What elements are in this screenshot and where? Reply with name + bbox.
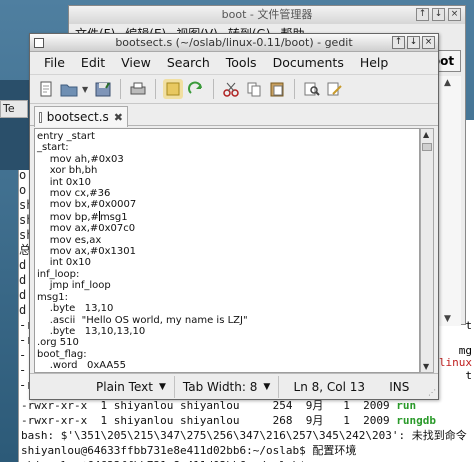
chevron-down-icon: ▼	[158, 381, 166, 392]
terminal-line: shiyanlou@64633ffbb731e8e411d02bb6:~/osl…	[21, 444, 357, 457]
gedit-title: bootsect.s (~/oslab/linux-0.11/boot) - g…	[115, 36, 353, 49]
chevron-down-icon: ▼	[263, 381, 271, 392]
terminal-tab[interactable]: Te	[0, 100, 28, 118]
text-editor-area[interactable]: entry _start _start: mov ah,#0x03 xor bh,…	[34, 128, 420, 373]
code-line: mov cx,#36	[37, 188, 111, 200]
minimize-icon[interactable]: ↑	[416, 8, 429, 21]
terminal-right-fragment: t	[465, 319, 472, 332]
code-line: .byte 13,10,13,10	[37, 325, 146, 337]
code-line: mov bp,#msg1	[37, 210, 128, 223]
open-folder-icon[interactable]	[59, 79, 79, 99]
code-line: int 0x10	[37, 257, 91, 269]
redo-icon[interactable]	[186, 79, 206, 99]
code-line: jmp inf_loop	[37, 280, 111, 292]
scroll-down-icon[interactable]: ▼	[444, 314, 451, 324]
close-icon[interactable]: ×	[422, 36, 435, 49]
code-line: inf_loop:	[37, 268, 80, 280]
resize-grip-icon[interactable]: ⋰	[428, 388, 436, 397]
save-icon[interactable]	[93, 79, 113, 99]
code-line: _start:	[37, 142, 69, 154]
menu-file[interactable]: File	[44, 52, 65, 74]
tab-width-selector[interactable]: Tab Width: 8 ▼	[175, 375, 280, 398]
code-line: .org 510	[37, 337, 79, 349]
code-line: mov bx,#0x0007	[37, 199, 137, 211]
terminal-right-fragment: linux	[438, 356, 472, 369]
executable-name: rungdb	[396, 414, 436, 427]
tab-label: bootsect.s	[46, 110, 109, 124]
scroll-down-icon[interactable]: ▼	[423, 362, 429, 371]
insert-mode: INS	[379, 376, 419, 398]
executable-name: run	[396, 399, 417, 412]
scroll-up-icon[interactable]: ▲	[444, 78, 451, 88]
toolbar-separator	[120, 79, 121, 99]
code-line: .ascii "Hello OS world, my name is LZJ"	[37, 314, 248, 326]
left-panel-strip	[0, 80, 30, 170]
code-line: boot_flag:	[37, 348, 87, 360]
gedit-menubar: File Edit View Search Tools Documents He…	[30, 52, 438, 74]
tab-bootsect[interactable]: bootsect.s ✖	[34, 106, 128, 127]
file-manager-title: boot - 文件管理器	[221, 8, 313, 21]
menu-view[interactable]: View	[121, 52, 151, 74]
scroll-thumb[interactable]	[422, 143, 432, 151]
gedit-toolbar: ▼	[30, 74, 438, 104]
code-line: int 0x10	[37, 176, 91, 188]
gedit-titlebar: bootsect.s (~/oslab/linux-0.11/boot) - g…	[30, 34, 438, 52]
find-icon[interactable]	[302, 79, 322, 99]
maximize-icon[interactable]: ↓	[432, 8, 445, 21]
open-recent-dropdown-icon[interactable]: ▼	[82, 85, 90, 94]
copy-icon[interactable]	[244, 79, 264, 99]
close-icon[interactable]: ×	[448, 8, 461, 21]
document-tabs: bootsect.s ✖	[30, 104, 438, 127]
insert-mode-label: INS	[389, 379, 410, 394]
terminal-output: -rwxr-xr-x 1 shiyanlou shiyanlou 254 9月 …	[21, 398, 467, 462]
scroll-up-icon[interactable]: ▲	[423, 130, 429, 139]
gedit-window-controls: ↑ ↓ ×	[392, 36, 435, 49]
menu-edit[interactable]: Edit	[81, 52, 105, 74]
code-line: .word 0xAA55	[37, 360, 126, 372]
minimize-icon[interactable]: ↑	[392, 36, 405, 49]
text-cursor	[98, 210, 100, 221]
code-line: msg1:	[37, 291, 69, 303]
cursor-position-label: Ln 8, Col 13	[293, 379, 366, 394]
close-tab-icon[interactable]: ✖	[114, 111, 123, 124]
code-line: entry _start	[37, 131, 95, 142]
terminal-line: -rwxr-xr-x 1 shiyanlou shiyanlou 254 9月 …	[21, 399, 417, 412]
gedit-window[interactable]: bootsect.s (~/oslab/linux-0.11/boot) - g…	[29, 33, 439, 400]
terminal-right-fragment: t	[465, 369, 472, 382]
toolbar-separator	[213, 79, 214, 99]
menu-search[interactable]: Search	[167, 52, 210, 74]
undo-icon[interactable]	[163, 79, 183, 99]
print-icon[interactable]	[128, 79, 148, 99]
code-line: mov es,ax	[37, 234, 102, 246]
language-label: Plain Text	[96, 379, 153, 394]
menu-tools[interactable]: Tools	[226, 52, 257, 74]
source-code[interactable]: entry _start _start: mov ah,#0x03 xor bh,…	[35, 129, 419, 372]
terminal-line: -rwxr-xr-x 1 shiyanlou shiyanlou 268 9月 …	[21, 414, 436, 427]
cut-icon[interactable]	[221, 79, 241, 99]
menu-documents[interactable]: Documents	[273, 52, 344, 74]
gedit-app-icon	[34, 38, 44, 48]
cursor-position: Ln 8, Col 13	[279, 376, 379, 398]
code-line: mov ax,#0x1301	[37, 246, 137, 258]
terminal-line: shiyanlou@64633ffbb731e8e411d02bb6:~/osl…	[21, 458, 467, 462]
file-manager-titlebar: boot - 文件管理器 ↑ ↓ ×	[69, 6, 465, 24]
new-document-icon[interactable]	[36, 79, 56, 99]
find-replace-icon[interactable]	[325, 79, 345, 99]
editor-scrollbar[interactable]: ▲ ▼	[420, 128, 434, 373]
code-line: mov ah,#0x03	[37, 153, 124, 165]
tab-width-label: Tab Width: 8	[182, 379, 258, 394]
file-manager-window-controls: ↑ ↓ ×	[416, 8, 461, 21]
status-bar: Plain Text ▼ Tab Width: 8 ▼ Ln 8, Col 13…	[30, 373, 438, 399]
toolbar-separator	[155, 79, 156, 99]
paste-icon[interactable]	[267, 79, 287, 99]
terminal-line: bash: $'\351\205\215\347\275\256\347\216…	[21, 429, 467, 442]
code-line: mov ax,#0x07c0	[37, 223, 136, 235]
code-line: .byte 13,10	[37, 303, 114, 315]
toolbar-separator	[294, 79, 295, 99]
code-line: xor bh,bh	[37, 165, 98, 177]
document-icon	[39, 111, 42, 123]
maximize-icon[interactable]: ↓	[407, 36, 420, 49]
language-selector[interactable]: Plain Text ▼	[88, 375, 175, 398]
menu-help[interactable]: Help	[360, 52, 389, 74]
